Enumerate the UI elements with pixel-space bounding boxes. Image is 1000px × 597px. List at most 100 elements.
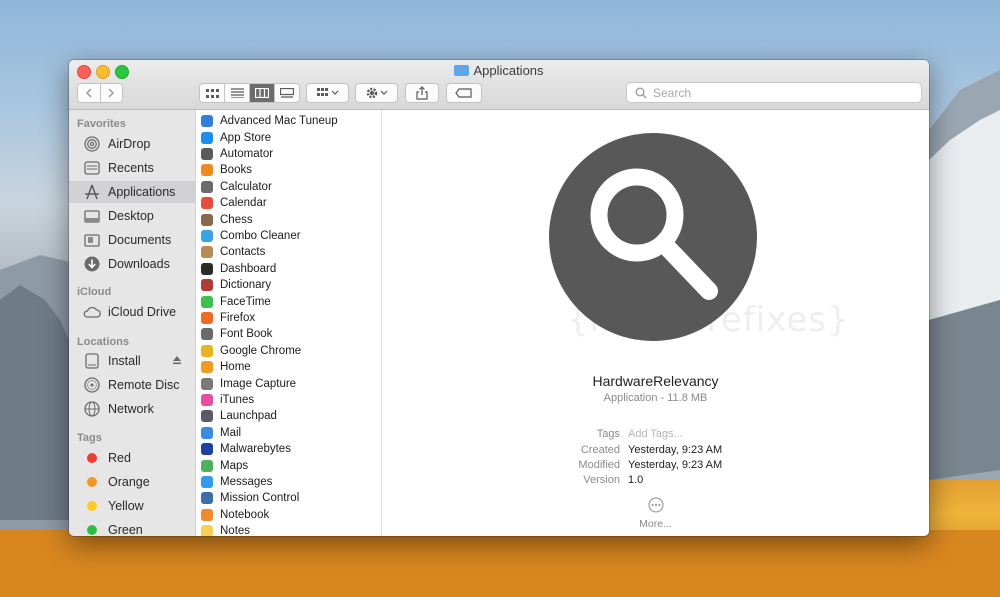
list-item[interactable]: Notes — [196, 523, 381, 536]
version-value-wrap: 1.0 — [628, 474, 828, 488]
app-icon — [201, 328, 213, 341]
sidebar-item-remote-disc[interactable]: Remote Disc — [69, 374, 195, 396]
list-item[interactable]: Mail — [196, 425, 381, 441]
list-item[interactable]: Firefox — [196, 310, 381, 326]
more-button[interactable]: More... — [382, 497, 929, 530]
list-item[interactable]: Google Chrome — [196, 343, 381, 359]
list-item[interactable]: Image Capture — [196, 375, 381, 391]
list-item[interactable]: Advanced Mac Tuneup — [196, 113, 381, 129]
modified-label-wrap: Modified — [382, 459, 620, 473]
sidebar-item-downloads[interactable]: Downloads — [69, 253, 195, 275]
sidebar-item-applications[interactable]: Applications — [69, 181, 195, 203]
tag-icon — [455, 88, 472, 98]
sidebar-item-tag-yellow[interactable]: Yellow — [69, 495, 195, 517]
gallery-view-button[interactable] — [275, 84, 299, 102]
nav-buttons — [77, 83, 123, 103]
column-view-button[interactable] — [250, 84, 275, 102]
list-item[interactable]: App Store — [196, 129, 381, 145]
sidebar-item-tag-orange[interactable]: Orange — [69, 471, 195, 493]
tags-label: Tags — [596, 428, 620, 440]
app-icon — [201, 525, 213, 536]
sidebar-item-icloud-drive[interactable]: iCloud Drive — [69, 301, 195, 323]
app-name: Firefox — [220, 311, 256, 324]
list-item[interactable]: iTunes — [196, 392, 381, 408]
app-icon — [201, 295, 213, 308]
list-item[interactable]: Chess — [196, 211, 381, 227]
yellow-tag-icon — [83, 497, 101, 515]
list-item[interactable]: Calendar — [196, 195, 381, 211]
list-item[interactable]: Combo Cleaner — [196, 228, 381, 244]
sidebar-item-documents[interactable]: Documents — [69, 229, 195, 251]
sidebar-item-install[interactable]: Install — [69, 350, 195, 372]
list-item[interactable]: Home — [196, 359, 381, 375]
app-name: App Store — [220, 131, 272, 144]
sidebar-item-network[interactable]: Network — [69, 398, 195, 420]
app-name: FaceTime — [220, 295, 271, 308]
sidebar-item-label: AirDrop — [108, 137, 151, 151]
sidebar-item-label: Red — [108, 451, 131, 465]
list-item[interactable]: Maps — [196, 457, 381, 473]
sidebar-item-tag-red[interactable]: Red — [69, 447, 195, 469]
modified-value: Yesterday, 9:23 AM — [628, 459, 723, 471]
share-button[interactable] — [405, 83, 439, 103]
app-icon — [201, 426, 213, 439]
app-icon — [201, 492, 213, 505]
list-item[interactable]: Notebook — [196, 507, 381, 523]
group-grid-icon — [316, 88, 338, 96]
list-item[interactable]: Calculator — [196, 179, 381, 195]
app-name: Mission Control — [220, 492, 300, 505]
list-item[interactable]: Dashboard — [196, 261, 381, 277]
action-button[interactable] — [355, 83, 398, 103]
gear-icon — [366, 87, 387, 99]
created-value: Yesterday, 9:23 AM — [628, 444, 723, 456]
icon-view-button[interactable] — [200, 84, 225, 102]
list-item[interactable]: Books — [196, 162, 381, 178]
list-item[interactable]: Font Book — [196, 326, 381, 342]
created-label: Created — [580, 444, 620, 456]
list-item[interactable]: Dictionary — [196, 277, 381, 293]
columns-icon — [255, 88, 269, 98]
app-name: Image Capture — [220, 377, 297, 390]
list-item[interactable]: Mission Control — [196, 490, 381, 506]
sidebar-item-label: Network — [108, 402, 154, 416]
forward-button[interactable] — [100, 84, 122, 102]
list-item[interactable]: Launchpad — [196, 408, 381, 424]
app-icon — [201, 311, 213, 324]
group-by-button[interactable] — [306, 83, 349, 103]
locations-header: Locations — [77, 336, 129, 348]
applications-column: Advanced Mac Tuneup App Store Automator Boo… — [196, 110, 382, 536]
list-item[interactable]: Automator — [196, 146, 381, 162]
sidebar-item-recents[interactable]: Recents — [69, 157, 195, 179]
version-value: 1.0 — [628, 474, 644, 486]
sidebar-item-tag-green[interactable]: Green — [69, 519, 195, 536]
sidebar-item-airdrop[interactable]: AirDrop — [69, 133, 195, 155]
sidebar-item-label: Documents — [108, 233, 172, 247]
magnifier-icon — [549, 133, 757, 341]
list-view-button[interactable] — [225, 84, 250, 102]
list-item[interactable]: Malwarebytes — [196, 441, 381, 457]
sidebar-item-label: Downloads — [108, 257, 170, 271]
search-field[interactable]: Search — [626, 82, 922, 103]
sidebar-item-desktop[interactable]: Desktop — [69, 205, 195, 227]
app-name: Home — [220, 361, 251, 374]
app-icon — [201, 213, 213, 226]
app-icon — [201, 410, 213, 423]
version-label: Version — [583, 474, 620, 486]
app-name: Calendar — [220, 197, 267, 210]
modified-label: Modified — [578, 459, 620, 471]
modified-value-wrap: Yesterday, 9:23 AM — [628, 459, 828, 473]
app-name: Notes — [220, 525, 251, 536]
ellipsis-icon — [648, 497, 663, 513]
eject-icon[interactable] — [172, 354, 182, 368]
list-item[interactable]: Messages — [196, 474, 381, 490]
airdrop-icon — [83, 135, 101, 153]
app-name: Messages — [220, 475, 273, 488]
edit-tags-button[interactable] — [446, 83, 482, 103]
list-item[interactable]: FaceTime — [196, 293, 381, 309]
back-button[interactable] — [78, 84, 101, 102]
desktop-icon — [83, 207, 101, 225]
list-item[interactable]: Contacts — [196, 244, 381, 260]
tags-input[interactable]: Add Tags... — [628, 428, 828, 442]
chevron-right-icon — [108, 88, 115, 98]
applications-icon — [83, 183, 101, 201]
